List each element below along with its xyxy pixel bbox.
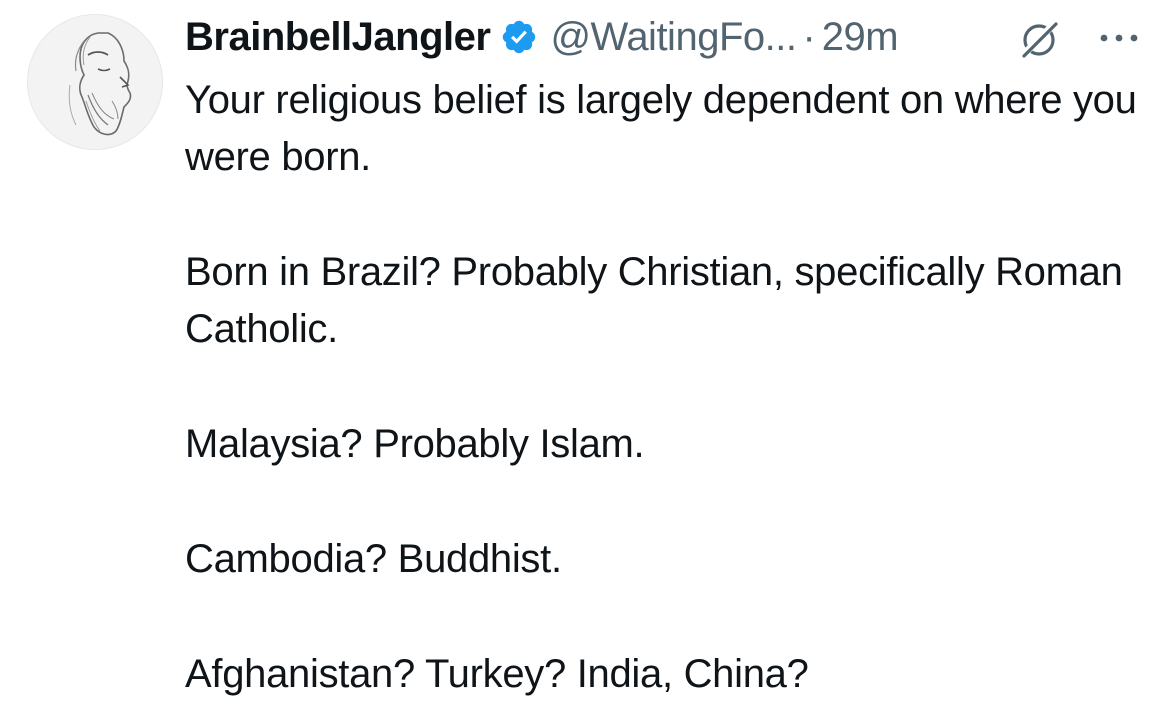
avatar-sketch-image bbox=[28, 15, 162, 149]
tweet-text: Your religious belief is largely depende… bbox=[185, 72, 1145, 703]
tweet-paragraph: Born in Brazil? Probably Christian, spec… bbox=[185, 250, 1123, 351]
tweet-paragraph: Cambodia? Buddhist. bbox=[185, 537, 562, 581]
tweet[interactable]: BrainbellJangler @WaitingFo... · 29m You… bbox=[0, 0, 1170, 718]
tweet-header: BrainbellJangler @WaitingFo... · 29m bbox=[185, 12, 1155, 62]
avatar[interactable] bbox=[27, 14, 163, 150]
display-name[interactable]: BrainbellJangler bbox=[185, 15, 491, 60]
verified-badge-icon bbox=[500, 18, 538, 56]
separator-dot: · bbox=[802, 14, 816, 59]
grok-slash-icon[interactable] bbox=[1016, 16, 1062, 62]
timestamp[interactable]: 29m bbox=[822, 15, 899, 60]
author-handle[interactable]: @WaitingFo... bbox=[550, 15, 797, 60]
tweet-paragraph: Afghanistan? Turkey? India, China? bbox=[185, 652, 809, 696]
more-ellipsis-icon[interactable] bbox=[1096, 26, 1142, 50]
tweet-paragraph: Your religious belief is largely depende… bbox=[185, 78, 1137, 179]
tweet-paragraph: Malaysia? Probably Islam. bbox=[185, 422, 645, 466]
